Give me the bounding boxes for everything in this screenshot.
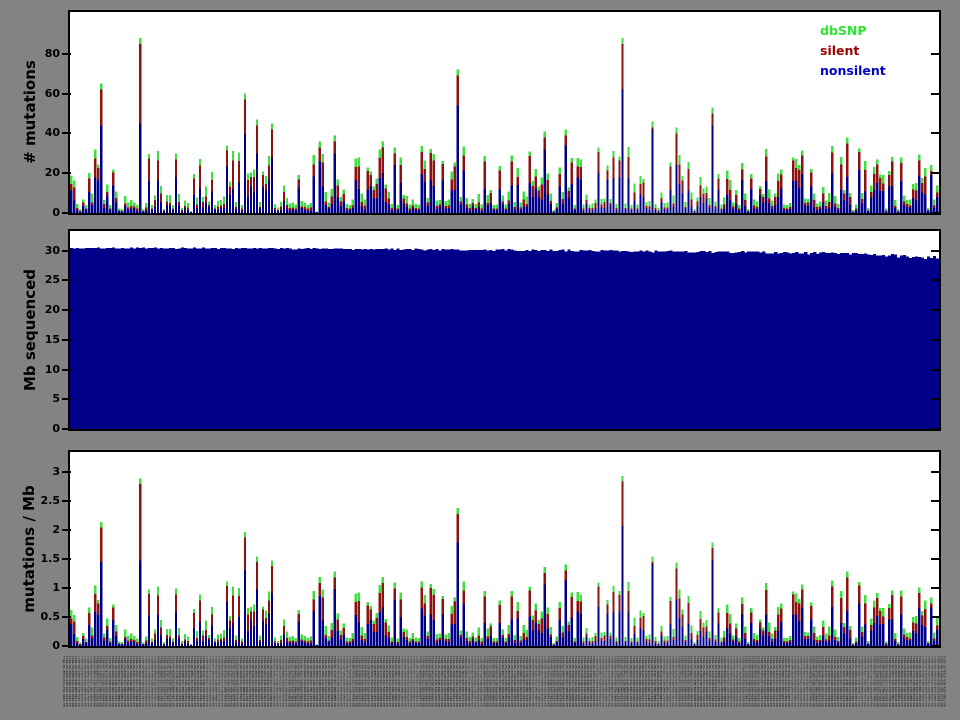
sample-label: TCGA-20-8310-01B-41D-8831-08 (942, 656, 946, 707)
panel-mb-sequenced (68, 229, 941, 431)
y-tick-label: 0 (52, 422, 60, 435)
y-tick-right (931, 249, 940, 252)
y-axis-label-mutations: # mutations (21, 60, 39, 164)
y-tick-right (931, 309, 940, 312)
y-tick-left (62, 529, 71, 532)
y-tick-right (931, 471, 940, 474)
y-tick-left (62, 279, 71, 282)
y-tick-left (62, 398, 71, 401)
y-tick-right (931, 172, 940, 175)
panel-mutations (68, 10, 941, 215)
y-tick-label: 0.5 (40, 610, 61, 624)
y-tick-left (62, 428, 71, 430)
y-tick-left (62, 471, 71, 474)
y-tick-right (931, 500, 940, 503)
y-tick-left (62, 309, 71, 312)
y-tick-right (931, 398, 940, 401)
y-tick-label: 20 (44, 166, 60, 180)
y-tick-label: 20 (44, 303, 60, 317)
y-tick-left (62, 92, 71, 95)
y-tick-left (62, 368, 71, 371)
bars-mutation-rate (70, 475, 939, 646)
y-tick-label: 1.5 (40, 552, 61, 566)
y-tick-label: 5 (52, 392, 60, 406)
y-tick-right (931, 279, 940, 282)
y-tick-right (931, 212, 940, 214)
y-tick-label: 2 (52, 523, 60, 537)
bars-mb-sequenced (70, 247, 939, 429)
y-tick-label: 0 (52, 639, 60, 652)
y-tick-right (931, 92, 940, 95)
y-tick-left (62, 132, 71, 135)
y-tick-left (62, 500, 71, 503)
y-tick-left (62, 338, 71, 341)
y-tick-left (62, 52, 71, 55)
legend-item-nonsilent: nonsilent (820, 63, 886, 78)
legend-item-silent: silent (820, 43, 860, 58)
y-tick-label: 30 (44, 243, 60, 257)
y-tick-label: 2.5 (40, 494, 61, 508)
y-tick-right (931, 616, 940, 619)
y-tick-label: 0 (52, 206, 60, 219)
bars-mutations (70, 37, 939, 213)
y-tick-right (931, 587, 940, 590)
legend: dbSNP silent nonsilent (820, 21, 886, 81)
y-tick-right (931, 52, 940, 55)
y-tick-left (62, 249, 71, 252)
y-tick-label: 15 (44, 332, 60, 346)
y-tick-left (62, 587, 71, 590)
y-tick-label: 60 (44, 86, 60, 100)
y-tick-left (62, 172, 71, 175)
panel-mutation-rate (68, 450, 941, 648)
y-tick-right (931, 558, 940, 561)
y-tick-label: 10 (44, 362, 60, 376)
y-tick-right (931, 645, 940, 647)
y-tick-right (931, 428, 940, 430)
y-tick-label: 1 (52, 581, 60, 595)
y-tick-right (931, 529, 940, 532)
x-axis-sample-labels: TCGA-61-8524-01C-15D-9926-08 TCGA-24-5405… (62, 656, 948, 720)
y-tick-left (62, 558, 71, 561)
y-tick-left (62, 645, 71, 647)
y-tick-left (62, 616, 71, 619)
y-tick-right (931, 368, 940, 371)
legend-item-dbsnp: dbSNP (820, 23, 867, 38)
y-tick-label: 3 (52, 465, 60, 479)
y-tick-right (931, 338, 940, 341)
y-tick-right (931, 132, 940, 135)
y-tick-left (62, 212, 71, 214)
figure: # mutations Mb sequenced mutations / Mb … (0, 0, 960, 720)
y-tick-label: 40 (44, 126, 60, 140)
y-tick-label: 80 (44, 46, 60, 60)
y-tick-label: 25 (44, 273, 60, 287)
